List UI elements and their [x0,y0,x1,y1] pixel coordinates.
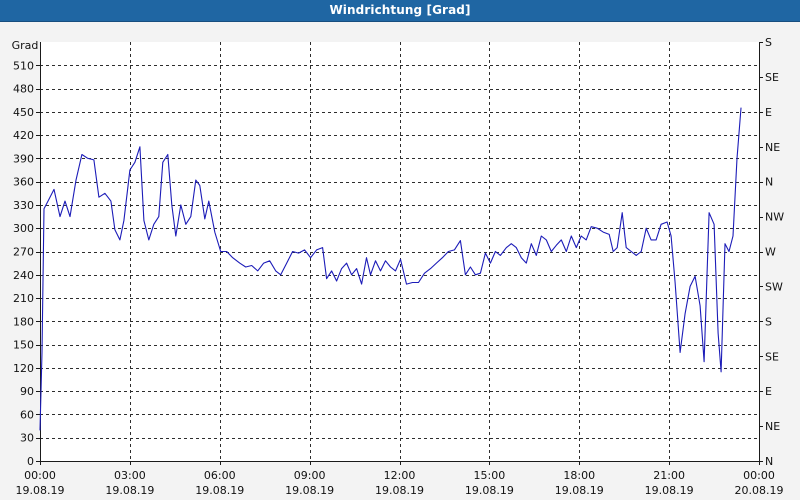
x-tick-time-label: 00:00 [743,469,775,482]
x-tick-time-label: 03:00 [114,469,146,482]
y-tick-label: 270 [13,246,34,259]
x-tick-time-label: 18:00 [563,469,595,482]
x-tick-time-label: 00:00 [24,469,56,482]
right-direction-label: N [765,176,773,189]
y-tick-label: 0 [27,455,34,468]
x-tick-date-label: 19.08.19 [16,484,65,497]
x-tick-date-label: 19.08.19 [195,484,244,497]
x-tick-time-label: 21:00 [653,469,685,482]
y-tick-label: 510 [13,59,34,72]
x-tick-date-label: 19.08.19 [465,484,514,497]
right-direction-label: NE [765,420,780,433]
right-direction-label: W [765,246,776,259]
y-tick-label: 360 [13,176,34,189]
y-tick-label: 150 [13,339,34,352]
y-tick-label: 480 [13,83,34,96]
y-tick-label: 90 [20,385,34,398]
x-tick-date-label: 19.08.19 [645,484,694,497]
y-tick-label: 30 [20,432,34,445]
x-tick-time-label: 09:00 [294,469,326,482]
y-tick-label: 210 [13,292,34,305]
y-tick-label: 450 [13,106,34,119]
y-tick-label: 330 [13,199,34,212]
x-tick-date-label: 19.08.19 [285,484,334,497]
x-tick-time-label: 12:00 [384,469,416,482]
y-axis-label: Grad [12,39,39,52]
right-direction-label: N [765,455,773,468]
y-tick-label: 180 [13,315,34,328]
right-direction-label: SW [765,280,783,293]
x-tick-date-label: 19.08.19 [105,484,154,497]
x-tick-time-label: 15:00 [474,469,506,482]
plot-area [40,42,759,461]
x-tick-date-label: 20.08.19 [735,484,784,497]
y-tick-label: 120 [13,362,34,375]
x-tick-time-label: 06:00 [204,469,236,482]
wind-direction-chart: 0 30 60 90 120 150 180 210 240 270 300 330 360 390 420… [0,22,800,500]
right-direction-label: SE [765,71,779,84]
right-direction-label: E [765,385,772,398]
x-tick-date-label: 19.08.19 [555,484,604,497]
right-direction-label: NE [765,141,780,154]
right-direction-label: NW [765,211,784,224]
y-tick-label: 300 [13,222,34,235]
right-direction-label: S [765,315,772,328]
x-tick-date-label: 19.08.19 [375,484,424,497]
right-direction-label: SE [765,350,779,363]
y-tick-label: 240 [13,269,34,282]
chart-window: Windrichtung [Grad] 0 30 60 90 120 150 180 210 2… [0,0,800,500]
y-tick-label: 60 [20,408,34,421]
y-tick-label: 420 [13,129,34,142]
right-direction-label: E [765,106,772,119]
y-tick-label: 390 [13,152,34,165]
chart-title: Windrichtung [Grad] [0,0,800,22]
right-direction-label: S [765,36,772,49]
